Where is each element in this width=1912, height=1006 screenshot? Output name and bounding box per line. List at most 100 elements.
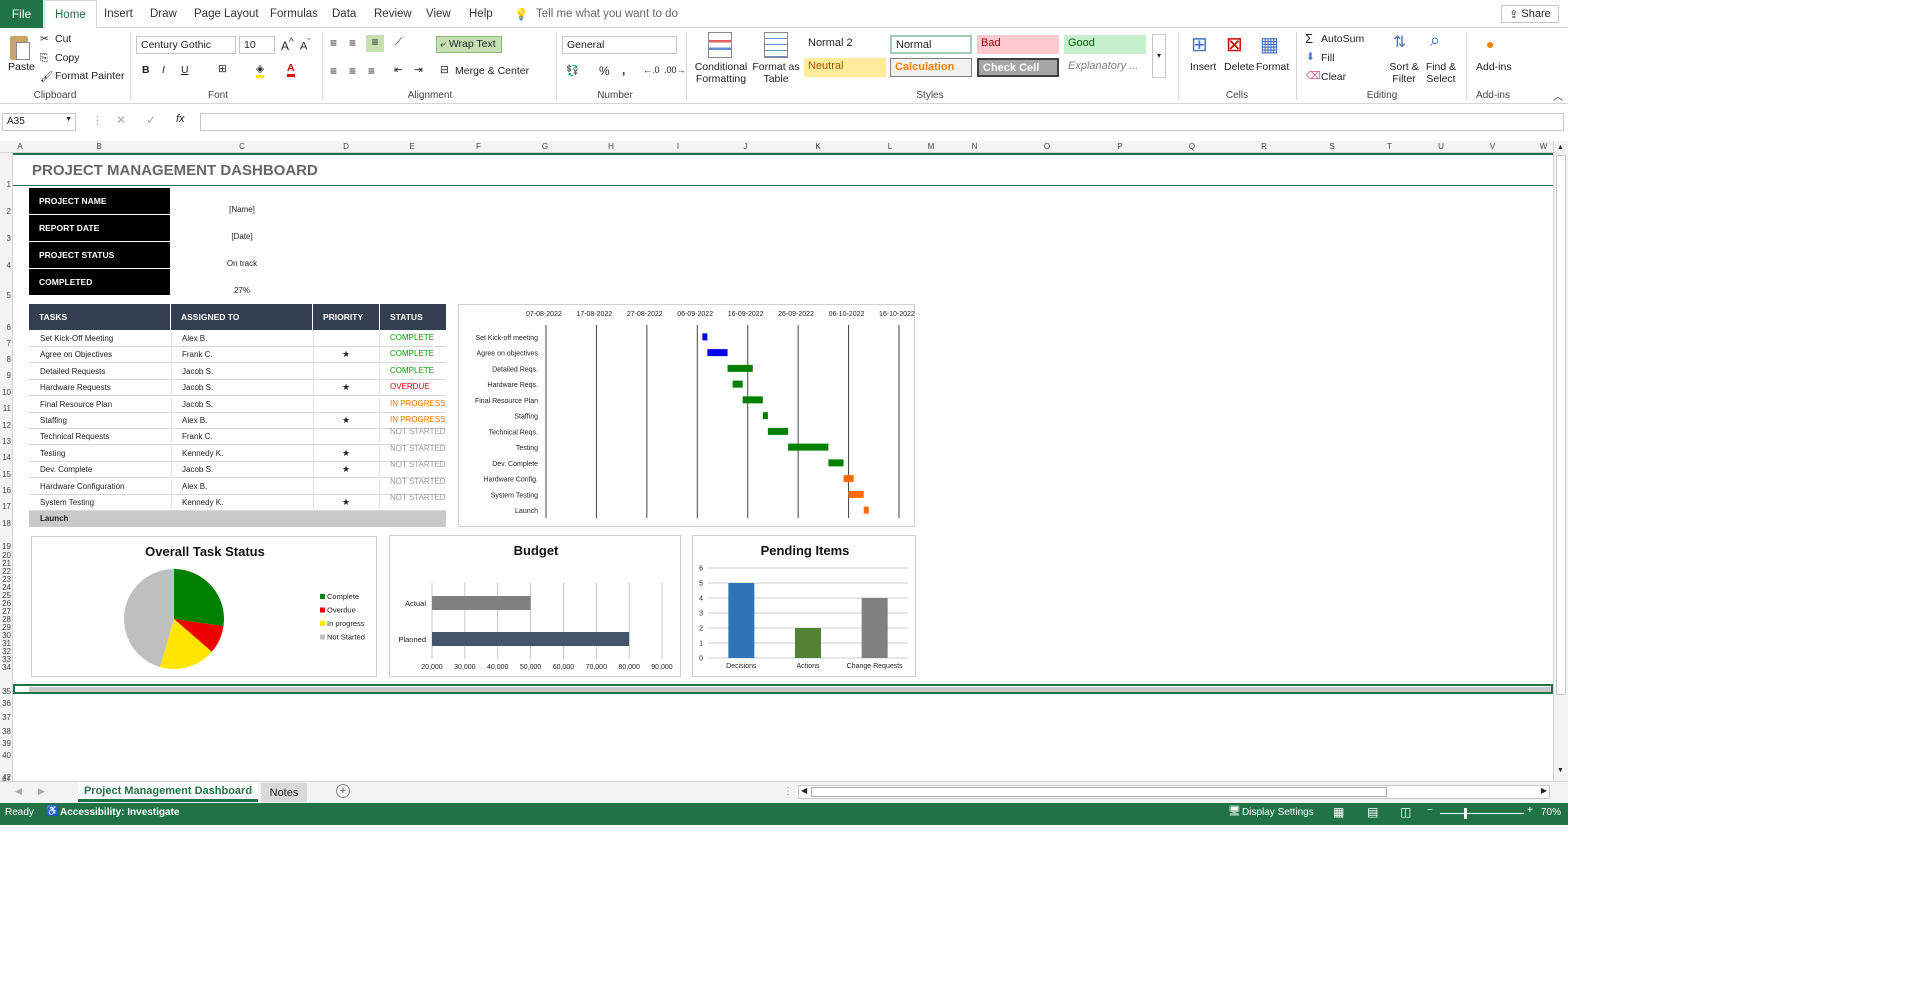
row-header[interactable]: 14 xyxy=(0,453,12,462)
cancel-icon[interactable]: ✕ xyxy=(116,113,126,127)
row-header[interactable]: 8 xyxy=(0,355,12,364)
insert-cells-button[interactable]: Insert xyxy=(1190,61,1216,73)
styles-more-icon[interactable]: ▾ xyxy=(1152,34,1166,78)
addins-icon[interactable]: ● xyxy=(1486,36,1494,52)
format-painter-icon[interactable]: 🖌 xyxy=(40,70,53,83)
fill-icon[interactable]: ⬇ xyxy=(1306,51,1315,63)
column-header[interactable]: Q xyxy=(1156,142,1228,151)
column-header[interactable]: L xyxy=(857,142,923,151)
column-header[interactable]: V xyxy=(1467,142,1518,151)
format-as-table-button[interactable]: Format as Table xyxy=(752,61,800,85)
align-left-icon[interactable]: ≡ xyxy=(330,64,337,78)
share-button[interactable]: ⇪ Share xyxy=(1501,5,1559,23)
find-select-icon[interactable]: ⌕ xyxy=(1430,30,1440,51)
table-row[interactable]: Hardware Requests Jacob S. ★ OVERDUE xyxy=(29,380,446,397)
format-as-table-icon[interactable] xyxy=(764,32,788,58)
column-header[interactable]: N xyxy=(939,142,1010,151)
align-middle-icon[interactable]: ≡ xyxy=(349,36,356,50)
row-header[interactable]: 16 xyxy=(0,486,12,495)
delete-cells-icon[interactable]: ⊠ xyxy=(1226,32,1243,57)
row-header[interactable]: 34 xyxy=(0,663,12,672)
fill-button[interactable]: Fill xyxy=(1321,52,1334,64)
row-header[interactable]: 40 xyxy=(0,751,12,760)
row-header[interactable]: 17 xyxy=(0,502,12,511)
budget-chart[interactable]: Budget 20,000 30,000 40,000 50,000 60,000 70,0… xyxy=(389,535,681,677)
scroll-up-icon[interactable]: ▲ xyxy=(1557,144,1564,151)
display-settings-icon[interactable]: 🖥 xyxy=(1228,806,1241,817)
collapse-ribbon-icon[interactable]: ︿ xyxy=(1553,88,1563,103)
style-bad[interactable]: Bad xyxy=(977,35,1059,54)
table-row[interactable]: Staffing Alex B. ★ IN PROGRESS xyxy=(29,413,446,429)
formula-input[interactable] xyxy=(200,113,1564,131)
percent-button[interactable]: % xyxy=(599,64,610,78)
row-header[interactable]: 13 xyxy=(0,437,12,446)
underline-button[interactable]: U xyxy=(181,64,189,76)
next-sheet-icon[interactable]: ▶ xyxy=(38,786,45,797)
column-header[interactable]: E xyxy=(379,142,445,151)
scroll-right-icon[interactable]: ▶ xyxy=(1541,786,1547,795)
tab-help[interactable]: Help xyxy=(469,0,493,28)
info-value[interactable]: [Date] xyxy=(171,232,313,241)
column-header[interactable]: U xyxy=(1415,142,1467,151)
column-header[interactable]: I xyxy=(644,142,712,151)
row-header[interactable]: 37 xyxy=(0,713,12,722)
comma-button[interactable]: , xyxy=(622,63,625,77)
merge-center-button[interactable]: Merge & Center xyxy=(455,65,529,77)
increase-decimal-icon[interactable]: ←.0 xyxy=(643,65,660,75)
insert-cells-icon[interactable]: ⊞ xyxy=(1191,32,1208,57)
row-header[interactable]: 10 xyxy=(0,388,12,397)
accessibility-status[interactable]: Accessibility: Investigate xyxy=(60,807,180,818)
clear-icon[interactable]: ⌫ xyxy=(1306,70,1321,82)
tab-home[interactable]: Home xyxy=(44,0,97,28)
sheet-tab-dashboard[interactable]: Project Management Dashboard xyxy=(78,782,258,802)
accessibility-icon[interactable]: ♿ xyxy=(46,806,58,817)
addins-button[interactable]: Add-ins xyxy=(1476,61,1512,73)
file-tab[interactable]: File xyxy=(0,0,43,28)
align-top-icon[interactable]: ≡ xyxy=(330,36,337,50)
zoom-out-icon[interactable]: − xyxy=(1427,805,1433,816)
task-status-pie-chart[interactable]: Overall Task Status Complete Overdue In pro… xyxy=(31,536,377,677)
find-select-button[interactable]: Find & Select xyxy=(1424,61,1458,85)
row-header[interactable]: 38 xyxy=(0,727,12,736)
sheet-tab-notes[interactable]: Notes xyxy=(261,783,307,802)
sort-filter-icon[interactable]: ⇅ xyxy=(1393,32,1406,52)
style-check-cell[interactable]: Check Cell xyxy=(977,58,1059,77)
tab-data[interactable]: Data xyxy=(332,0,356,28)
column-header[interactable]: G xyxy=(512,142,578,151)
style-neutral[interactable]: Neutral xyxy=(804,58,886,77)
add-sheet-icon[interactable]: + xyxy=(336,784,350,798)
conditional-formatting-button[interactable]: Conditional Formatting xyxy=(694,61,748,85)
table-row[interactable]: Final Resource Plan Jacob S. IN PROGRESS xyxy=(29,396,446,413)
delete-cells-button[interactable]: Delete xyxy=(1224,61,1254,73)
paste-icon[interactable] xyxy=(6,34,34,64)
horizontal-scrollbar[interactable]: ◀ ▶ xyxy=(798,785,1550,799)
copy-icon[interactable]: ⎘ xyxy=(40,52,48,65)
row-header[interactable]: 4 xyxy=(0,261,12,270)
zoom-slider-thumb[interactable] xyxy=(1464,808,1467,819)
row-header[interactable]: 18 xyxy=(0,519,12,528)
insert-function-button[interactable]: fx xyxy=(176,113,185,125)
row-header[interactable]: 36 xyxy=(0,699,12,708)
page-break-view-icon[interactable]: ◫ xyxy=(1400,805,1411,819)
column-header[interactable]: P xyxy=(1084,142,1156,151)
name-box-dropdown-icon[interactable]: ▼ xyxy=(65,116,72,123)
table-row[interactable]: System Testing Kennedy K. ★ NOT STARTED xyxy=(29,494,446,511)
row-header[interactable]: 3 xyxy=(0,234,12,243)
orientation-icon[interactable]: ⟋ xyxy=(395,36,402,49)
column-header[interactable]: D xyxy=(313,142,379,151)
info-value[interactable]: On track xyxy=(171,259,313,268)
font-color-icon[interactable]: A xyxy=(287,62,295,77)
prev-sheet-icon[interactable]: ◀ xyxy=(15,786,22,797)
copy-button[interactable]: Copy xyxy=(55,52,80,64)
horizontal-scroll-thumb[interactable] xyxy=(811,787,1387,797)
table-row[interactable]: Detailed Requests Jacob S. COMPLETE xyxy=(29,363,446,380)
column-header[interactable]: J xyxy=(712,142,779,151)
gantt-chart[interactable]: 07-08-2022 17-08-2022 27-08-2022 06-09-2022… xyxy=(458,304,915,527)
row-header[interactable]: 15 xyxy=(0,470,12,479)
launch-row[interactable]: Launch xyxy=(29,511,446,528)
clear-button[interactable]: Clear xyxy=(1321,71,1346,83)
column-header[interactable]: R xyxy=(1228,142,1300,151)
tab-view[interactable]: View xyxy=(426,0,451,28)
column-header[interactable]: K xyxy=(779,142,857,151)
column-header[interactable]: A xyxy=(13,142,27,151)
